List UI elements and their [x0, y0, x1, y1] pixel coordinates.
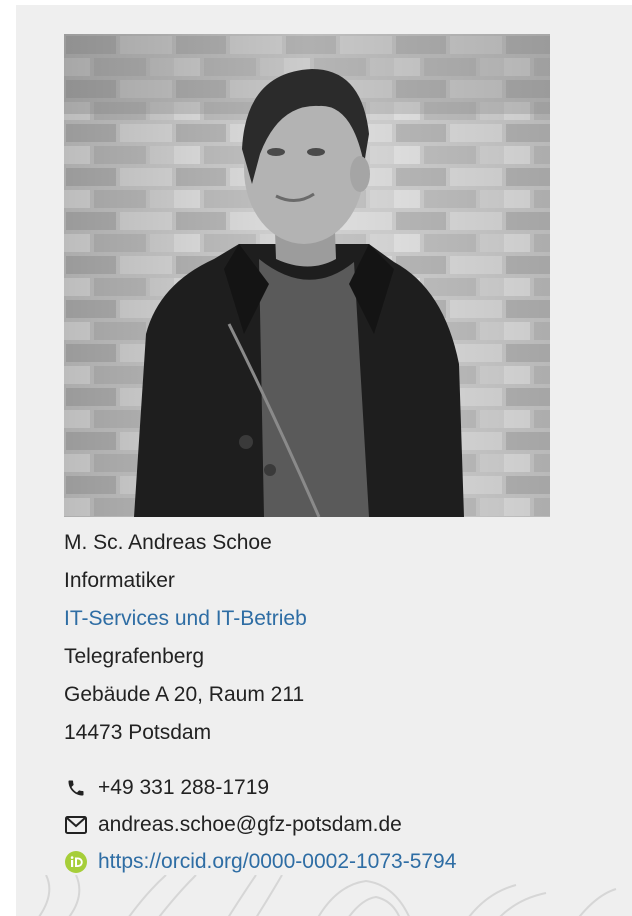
profile-photo: [64, 34, 550, 517]
profile-photo-image: [64, 34, 550, 517]
profile-info: M. Sc. Andreas Schoe Informatiker IT-Ser…: [64, 524, 624, 880]
person-name: M. Sc. Andreas Schoe: [64, 531, 272, 554]
contact-card: M. Sc. Andreas Schoe Informatiker IT-Ser…: [16, 5, 632, 916]
orcid-row: https://orcid.org/0000-0002-1073-5794: [64, 843, 624, 880]
orcid-icon: [64, 850, 88, 874]
phone-number[interactable]: +49 331 288-1719: [98, 776, 269, 800]
address-city: 14473 Potsdam: [64, 721, 212, 744]
address-building: Gebäude A 20, Raum 211: [64, 683, 305, 706]
phone-icon: [64, 776, 88, 800]
department-link[interactable]: IT-Services und IT-Betrieb: [64, 600, 624, 638]
phone-row: +49 331 288-1719: [64, 769, 624, 806]
email-address[interactable]: andreas.schoe@gfz-potsdam.de: [98, 813, 402, 837]
envelope-icon: [64, 813, 88, 837]
topographic-decoration: [38, 875, 617, 916]
email-row: andreas.schoe@gfz-potsdam.de: [64, 806, 624, 843]
address-street: Telegrafenberg: [64, 645, 205, 668]
orcid-link[interactable]: https://orcid.org/0000-0002-1073-5794: [98, 850, 456, 874]
job-title: Informatiker: [64, 569, 175, 592]
